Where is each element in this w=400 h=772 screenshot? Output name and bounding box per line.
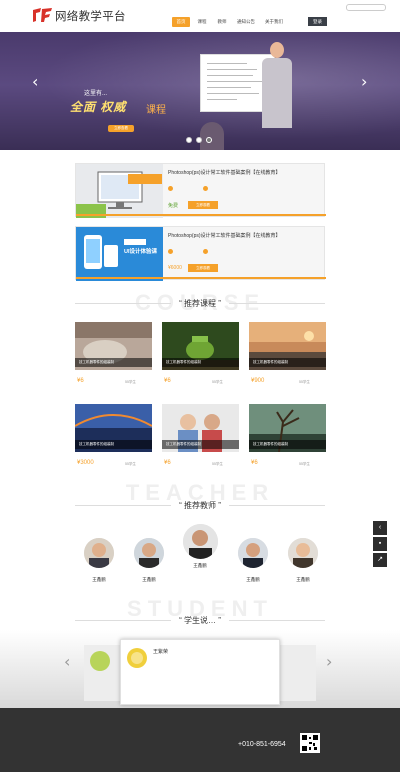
login-button[interactable]: 登录 bbox=[308, 17, 327, 26]
course-card[interactable]: 技工机器零件的组装制 ¥6 55学生 bbox=[162, 404, 239, 470]
course-learners: 55学生 bbox=[125, 380, 136, 384]
featured-image-text: UI设计体验课 bbox=[124, 249, 158, 255]
course-card[interactable]: 技工机器零件的组装制 ¥6 55学生 bbox=[75, 322, 152, 388]
student-avatar bbox=[127, 648, 147, 668]
course-caption: 技工机器零件的组装制 bbox=[75, 358, 152, 367]
teacher-avatar[interactable] bbox=[134, 538, 164, 568]
hero-banner: 这里有... 全面 权威 课程 立即查看 ‹ › bbox=[0, 32, 400, 150]
featured-price-1: 免费 bbox=[168, 203, 179, 209]
course-card[interactable]: 技工机器零件的组装制 ¥3000 55学生 bbox=[75, 404, 152, 470]
course-price: ¥6 bbox=[251, 460, 258, 466]
banner-dot-2[interactable] bbox=[196, 137, 202, 143]
course-learners: 55学生 bbox=[212, 380, 223, 384]
course-price: ¥6 bbox=[77, 378, 84, 384]
teacher-head bbox=[270, 42, 284, 58]
nav-home[interactable]: 首页 bbox=[172, 17, 190, 27]
course-price: ¥900 bbox=[251, 378, 265, 384]
featured-watch-button-2[interactable]: 立即观看 bbox=[188, 264, 218, 272]
course-learners: 55学生 bbox=[125, 462, 136, 466]
course-card[interactable]: 技工机器零件的组装制 ¥6 55学生 bbox=[162, 322, 239, 388]
nav-notices[interactable]: 通知公告 bbox=[234, 17, 258, 27]
teacher-avatar-featured[interactable] bbox=[183, 524, 218, 559]
teacher-icon bbox=[168, 186, 173, 191]
qr-code bbox=[300, 733, 320, 753]
logo-icon[interactable] bbox=[32, 7, 52, 23]
teacher-icon bbox=[168, 249, 173, 254]
students-prev-arrow-icon[interactable]: ‹ bbox=[64, 652, 70, 671]
nav-teachers[interactable]: 教师 bbox=[214, 17, 230, 27]
students-section-title: “ 学生说… ” bbox=[179, 616, 221, 625]
featured-price-2: ¥6000 bbox=[168, 265, 182, 271]
course-caption: 技工机器零件的组装制 bbox=[249, 358, 326, 367]
course-learners: 55学生 bbox=[212, 462, 223, 466]
nav-about[interactable]: 关于我们 bbox=[262, 17, 286, 27]
banner-prev-arrow-icon[interactable]: ‹ bbox=[32, 72, 38, 91]
featured-watch-button-1[interactable]: 立即观看 bbox=[188, 201, 218, 209]
banner-small-text: 这里有... bbox=[84, 91, 108, 97]
header: 网络教学平台 首页 课程 教师 通知公告 关于我们 登录 bbox=[0, 0, 400, 32]
course-price: ¥6 bbox=[164, 460, 171, 466]
course-learners: 55学生 bbox=[299, 462, 310, 466]
banner-dot-1[interactable] bbox=[186, 137, 192, 143]
banner-dot-3[interactable] bbox=[206, 137, 212, 143]
teacher-name[interactable]: 王鑫鹏 bbox=[283, 577, 323, 583]
featured-title-1[interactable]: Photoshop(ps)设计常工软件基础案例【在线教育】 bbox=[168, 169, 281, 176]
banner-next-arrow-icon[interactable]: › bbox=[361, 72, 367, 91]
featured-image-1 bbox=[76, 164, 163, 218]
student-name: 王紫荣 bbox=[153, 649, 169, 655]
teacher-avatar[interactable] bbox=[238, 538, 268, 568]
course-card[interactable]: 技工机器零件的组装制 ¥6 55学生 bbox=[249, 404, 326, 470]
student-avatar bbox=[90, 651, 110, 671]
search-input[interactable] bbox=[346, 4, 386, 11]
teachers-section-title: “ 推荐教师 ” bbox=[179, 501, 221, 510]
nav-courses[interactable]: 课程 bbox=[194, 17, 210, 27]
side-tool-top-icon[interactable]: ‹ bbox=[373, 521, 387, 535]
banner-cta-button[interactable]: 立即查看 bbox=[108, 125, 134, 132]
teacher-name[interactable]: 王鑫鹏 bbox=[79, 577, 119, 583]
student-figure bbox=[200, 122, 224, 150]
teacher-name[interactable]: 王鑫鹏 bbox=[233, 577, 273, 583]
featured-accent-bar bbox=[76, 214, 326, 216]
banner-course-word: 课程 bbox=[146, 105, 166, 116]
footer bbox=[0, 708, 400, 772]
teacher-name-featured[interactable]: 王鑫鹏 bbox=[180, 563, 220, 569]
page: 网络教学平台 首页 课程 教师 通知公告 关于我们 登录 这里有... 全面 权… bbox=[0, 0, 400, 772]
course-caption: 技工机器零件的组装制 bbox=[162, 440, 239, 449]
teacher-name[interactable]: 王鑫鹏 bbox=[129, 577, 169, 583]
featured-course-1[interactable]: Photoshop(ps)设计常工软件基础案例【在线教育】 免费 立即观看 bbox=[75, 163, 326, 218]
course-caption: 技工机器零件的组装制 bbox=[162, 358, 239, 367]
side-tool-share-icon[interactable]: ↗ bbox=[373, 553, 387, 567]
featured-course-2[interactable]: UI设计体验课 Photoshop(ps)设计常工软件基础案例【在线教育】 ¥6… bbox=[75, 226, 326, 281]
banner-title: 全面 权威 bbox=[70, 100, 127, 114]
footer-phone: +010-851-6954 bbox=[238, 741, 286, 748]
courses-section-title: “ 推荐课程 ” bbox=[179, 299, 221, 308]
teacher-avatar[interactable] bbox=[288, 538, 318, 568]
featured-accent-bar bbox=[76, 277, 326, 279]
course-caption: 技工机器零件的组装制 bbox=[75, 440, 152, 449]
course-learners: 55学生 bbox=[299, 380, 310, 384]
students-next-arrow-icon[interactable]: › bbox=[326, 652, 332, 671]
side-tool-bookmark-icon[interactable]: ▪ bbox=[373, 537, 387, 551]
learner-icon bbox=[203, 186, 208, 191]
teacher-figure bbox=[262, 58, 292, 128]
course-caption: 技工机器零件的组装制 bbox=[249, 440, 326, 449]
teacher-avatar[interactable] bbox=[84, 538, 114, 568]
course-price: ¥6 bbox=[164, 378, 171, 384]
student-card[interactable]: 王紫荣 bbox=[120, 639, 280, 705]
brand-name[interactable]: 网络教学平台 bbox=[55, 8, 126, 24]
course-card[interactable]: 技工机器零件的组装制 ¥900 55学生 bbox=[249, 322, 326, 388]
learner-icon bbox=[203, 249, 208, 254]
featured-title-2[interactable]: Photoshop(ps)设计常工软件基础案例【在线教育】 bbox=[168, 232, 281, 239]
course-price: ¥3000 bbox=[77, 460, 94, 466]
